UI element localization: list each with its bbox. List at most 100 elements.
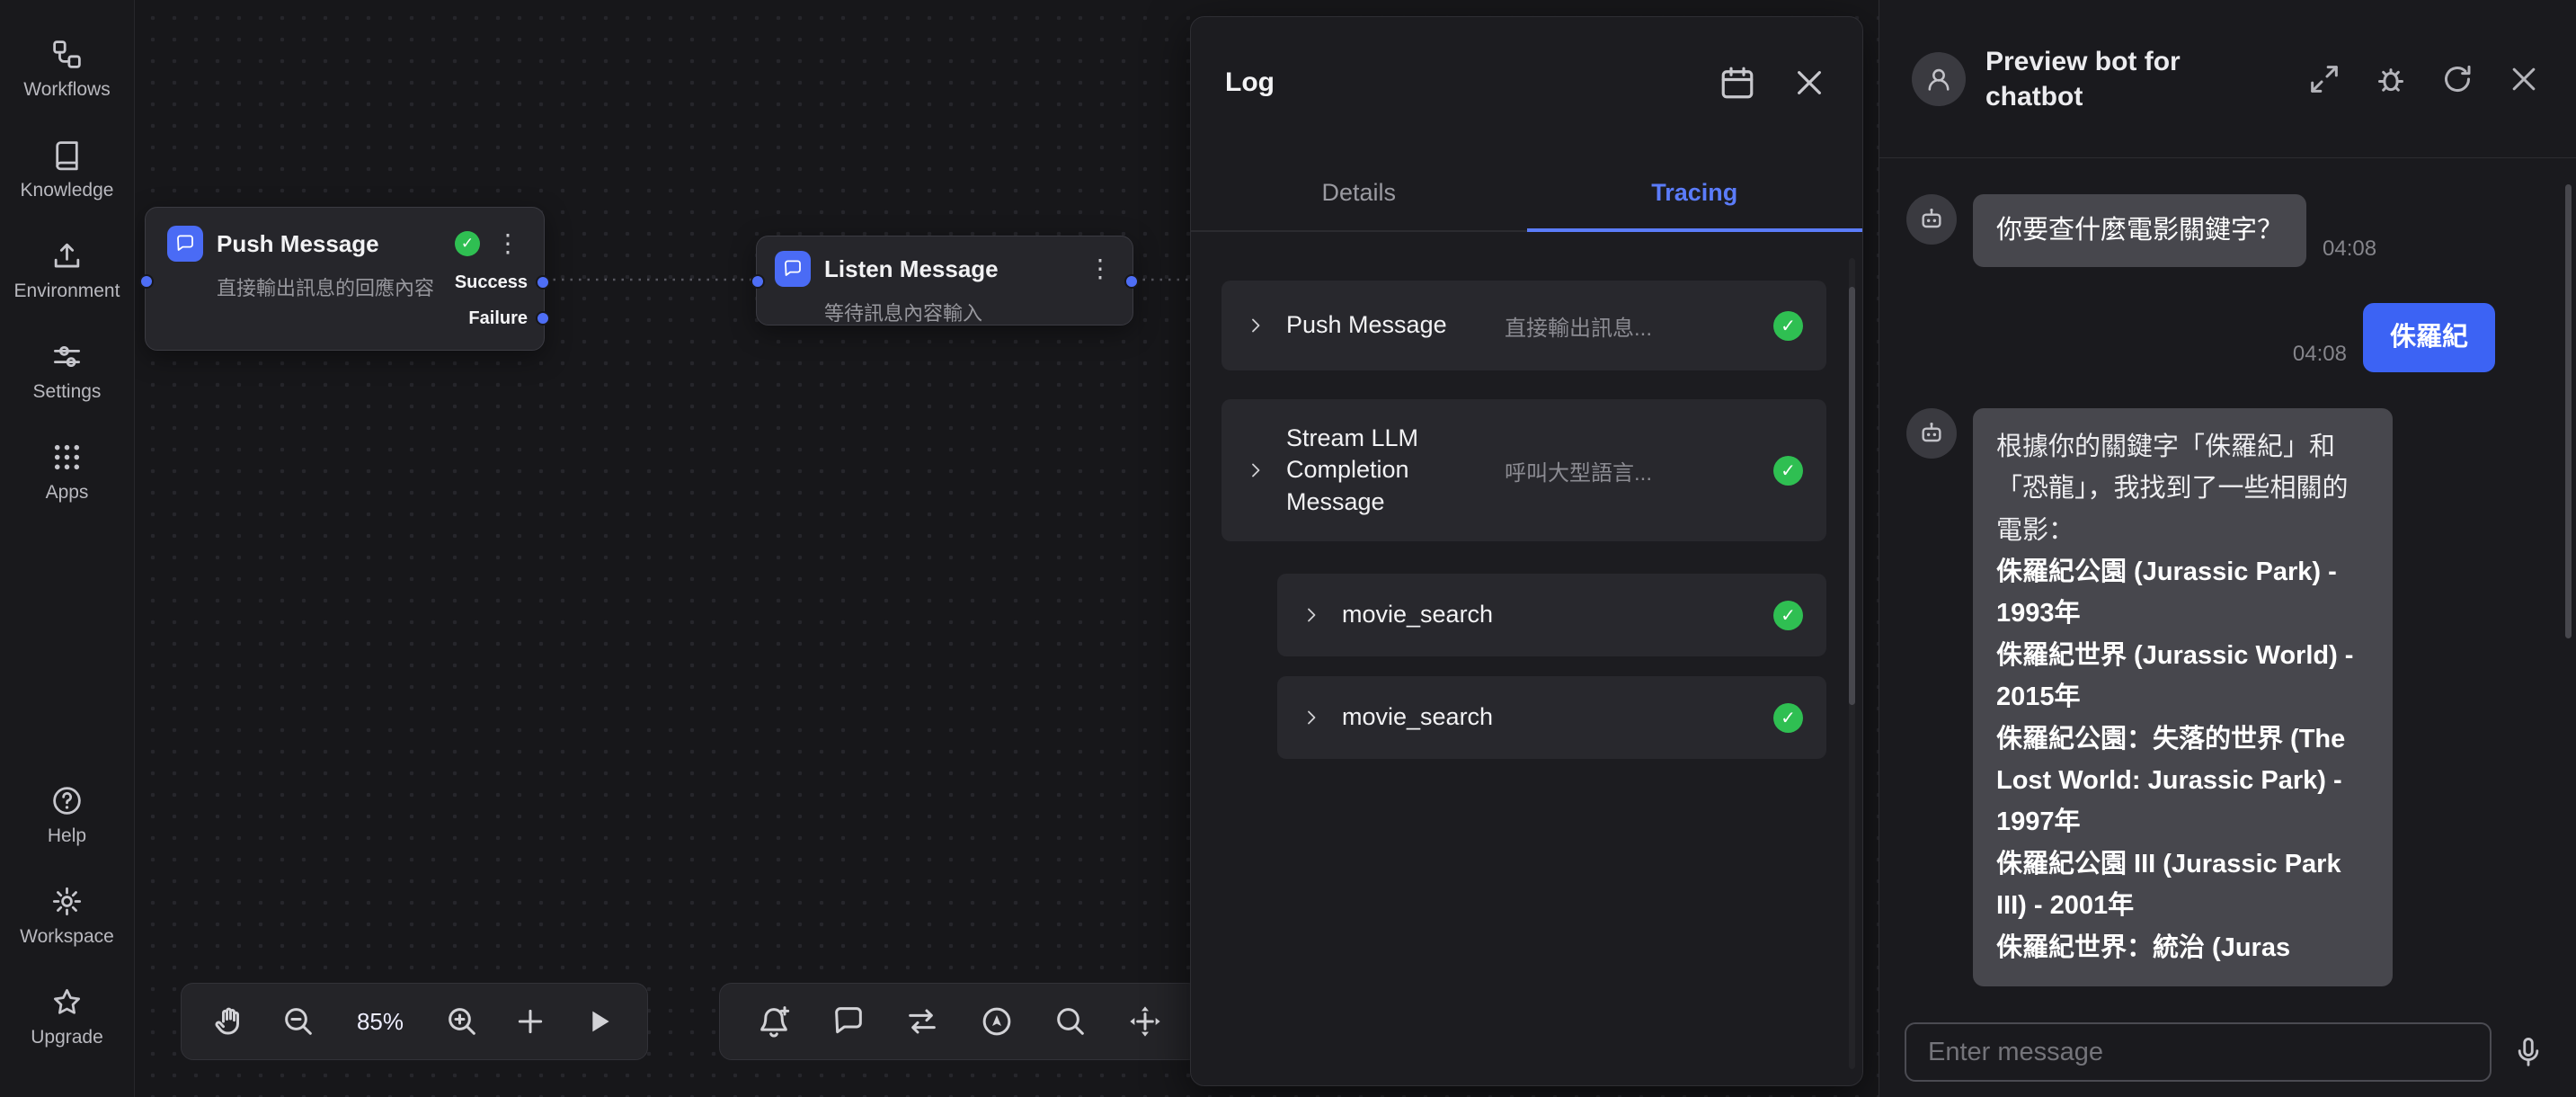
knowledge-icon (50, 138, 84, 172)
expand-icon[interactable] (2306, 61, 2342, 97)
bot-message-row: 根據你的關鍵字「侏羅紀」和「恐龍」，我找到了一些相關的電影： 侏羅紀公園 (Ju… (1906, 408, 2540, 986)
bot-avatar (1912, 52, 1966, 106)
sidebar-item-label: Environment (14, 281, 120, 302)
node-title: Push Message (217, 230, 441, 258)
log-entry-title: Stream LLM Completion Message (1286, 423, 1479, 519)
log-entry-movie-search-2[interactable]: movie_search ✓ (1277, 676, 1826, 759)
message-intro: 根據你的關鍵字「侏羅紀」和「恐龍」，我找到了一些相關的電影： (1996, 426, 2369, 551)
locate-icon[interactable] (979, 1003, 1015, 1039)
message-time: 04:08 (2323, 236, 2376, 262)
movie-result: 侏羅紀公園 (Jurassic Park) - 1993年 (1996, 551, 2369, 635)
workflows-icon (50, 38, 84, 71)
scrollbar-thumb[interactable] (1849, 287, 1855, 705)
close-icon[interactable] (2506, 61, 2542, 97)
sidebar: Workflows Knowledge Environment Settings… (0, 0, 135, 1097)
mic-icon[interactable] (2511, 1035, 2545, 1069)
sidebar-item-apps[interactable]: Apps (46, 441, 89, 504)
upgrade-star-icon (50, 986, 84, 1019)
node-menu-icon[interactable]: ⋮ (1086, 256, 1115, 281)
sidebar-item-label: Apps (46, 482, 89, 504)
movie-result: 侏羅紀公園：失落的世界 (The Lost World: Jurassic Pa… (1996, 718, 2369, 843)
sidebar-item-help[interactable]: Help (48, 784, 86, 847)
sidebar-item-label: Settings (33, 381, 102, 403)
movie-result: 侏羅紀世界：統治 (Juras (1996, 927, 2369, 968)
scrollbar-thumb[interactable] (2565, 184, 2572, 638)
sidebar-item-workspace[interactable]: Workspace (20, 885, 114, 948)
swap-arrows-icon[interactable] (904, 1003, 940, 1039)
chat-icon[interactable] (831, 1003, 866, 1039)
notification-add-icon[interactable] (756, 1003, 792, 1039)
tab-details[interactable]: Details (1191, 166, 1527, 230)
node-push-message[interactable]: Push Message ✓ ⋮ 直接輸出訊息的回應內容 Success Fai… (145, 207, 545, 351)
chat-transcript: 你要查什麼電影關鍵字？ 04:08 04:08 侏羅紀 根據你的關鍵字「侏羅紀」… (1879, 158, 2576, 1007)
movie-result: 侏羅紀世界 (Jurassic World) - 2015年 (1996, 635, 2369, 718)
zoom-level[interactable]: 85% (349, 1008, 412, 1036)
success-output-port[interactable] (536, 275, 550, 290)
node-subtitle: 等待訊息內容輸入 (824, 298, 1115, 326)
output-port[interactable] (1124, 274, 1139, 289)
preview-title: Preview bot for chatbot (1985, 44, 2255, 114)
workspace-gear-icon (50, 885, 84, 918)
add-node-icon[interactable] (512, 1003, 548, 1039)
log-panel-title: Log (1225, 67, 1684, 98)
sidebar-item-environment[interactable]: Environment (14, 239, 120, 302)
node-menu-icon[interactable]: ⋮ (493, 231, 522, 256)
port-label-success: Success (455, 272, 528, 293)
zoom-out-icon[interactable] (280, 1003, 316, 1039)
chevron-right-icon[interactable] (1245, 315, 1266, 336)
chevron-right-icon[interactable] (1245, 459, 1266, 481)
preview-header-actions (2306, 61, 2542, 97)
success-check-icon: ✓ (1773, 456, 1803, 486)
settings-icon (50, 340, 84, 373)
failure-output-port[interactable] (536, 311, 550, 326)
bot-message-avatar (1906, 194, 1957, 245)
log-entry-subtitle: 呼叫大型語言... (1505, 455, 1773, 486)
tab-tracing[interactable]: Tracing (1527, 166, 1863, 230)
sidebar-item-label: Knowledge (21, 180, 114, 201)
tracing-entries: Push Message 直接輸出訊息... ✓ Stream LLM Comp… (1191, 232, 1862, 759)
run-play-icon[interactable] (581, 1003, 617, 1039)
node-success-check-icon: ✓ (455, 231, 480, 256)
bot-message-bubble: 根據你的關鍵字「侏羅紀」和「恐龍」，我找到了一些相關的電影： 侏羅紀公園 (Ju… (1973, 408, 2393, 986)
debug-bug-icon[interactable] (2373, 61, 2409, 97)
movie-result: 侏羅紀公園 III (Jurassic Park III) - 2001年 (1996, 843, 2369, 927)
sidebar-item-upgrade[interactable]: Upgrade (31, 986, 103, 1048)
input-port[interactable] (139, 274, 154, 289)
sidebar-item-settings[interactable]: Settings (33, 340, 102, 403)
chevron-right-icon[interactable] (1301, 707, 1322, 728)
chevron-right-icon[interactable] (1301, 604, 1322, 626)
success-check-icon: ✓ (1773, 703, 1803, 733)
sidebar-bottom-group: Help Workspace Upgrade (20, 784, 114, 1097)
refresh-icon[interactable] (2439, 61, 2475, 97)
calendar-icon[interactable] (1719, 64, 1756, 102)
log-entry-movie-search-1[interactable]: movie_search ✓ (1277, 574, 1826, 656)
bot-message-row: 你要查什麼電影關鍵字？ 04:08 (1906, 194, 2540, 267)
message-bubble-icon (167, 226, 203, 262)
preview-header: Preview bot for chatbot (1879, 0, 2576, 158)
sidebar-item-label: Help (48, 825, 86, 847)
user-message-bubble: 侏羅紀 (2363, 303, 2495, 372)
log-entry-push-message[interactable]: Push Message 直接輸出訊息... ✓ (1221, 281, 1826, 370)
fit-view-move-icon[interactable] (1127, 1003, 1163, 1039)
pan-hand-icon[interactable] (212, 1003, 248, 1039)
search-icon[interactable] (1053, 1003, 1088, 1039)
log-entry-subtitle: 直接輸出訊息... (1505, 310, 1773, 342)
log-entry-title: movie_search (1342, 599, 1773, 631)
node-header: Listen Message ⋮ (775, 251, 1115, 287)
sidebar-item-label: Workspace (20, 926, 114, 948)
sidebar-item-workflows[interactable]: Workflows (23, 38, 110, 101)
message-time: 04:08 (2293, 342, 2347, 367)
canvas-action-toolbar (719, 983, 1200, 1060)
input-port[interactable] (751, 274, 765, 289)
environment-icon (50, 239, 84, 272)
chat-input[interactable] (1905, 1022, 2492, 1082)
preview-panel: Preview bot for chatbot 你要查什麼電影關鍵字？ 04:0… (1879, 0, 2576, 1097)
zoom-in-icon[interactable] (444, 1003, 480, 1039)
sidebar-item-knowledge[interactable]: Knowledge (21, 138, 114, 201)
log-panel-header: Log (1191, 17, 1862, 102)
message-bubble-icon (775, 251, 811, 287)
node-listen-message[interactable]: Listen Message ⋮ 等待訊息內容輸入 (756, 236, 1133, 326)
close-icon[interactable] (1790, 64, 1828, 102)
success-check-icon: ✓ (1773, 311, 1803, 341)
log-entry-stream-llm[interactable]: Stream LLM Completion Message 呼叫大型語言... … (1221, 399, 1826, 541)
